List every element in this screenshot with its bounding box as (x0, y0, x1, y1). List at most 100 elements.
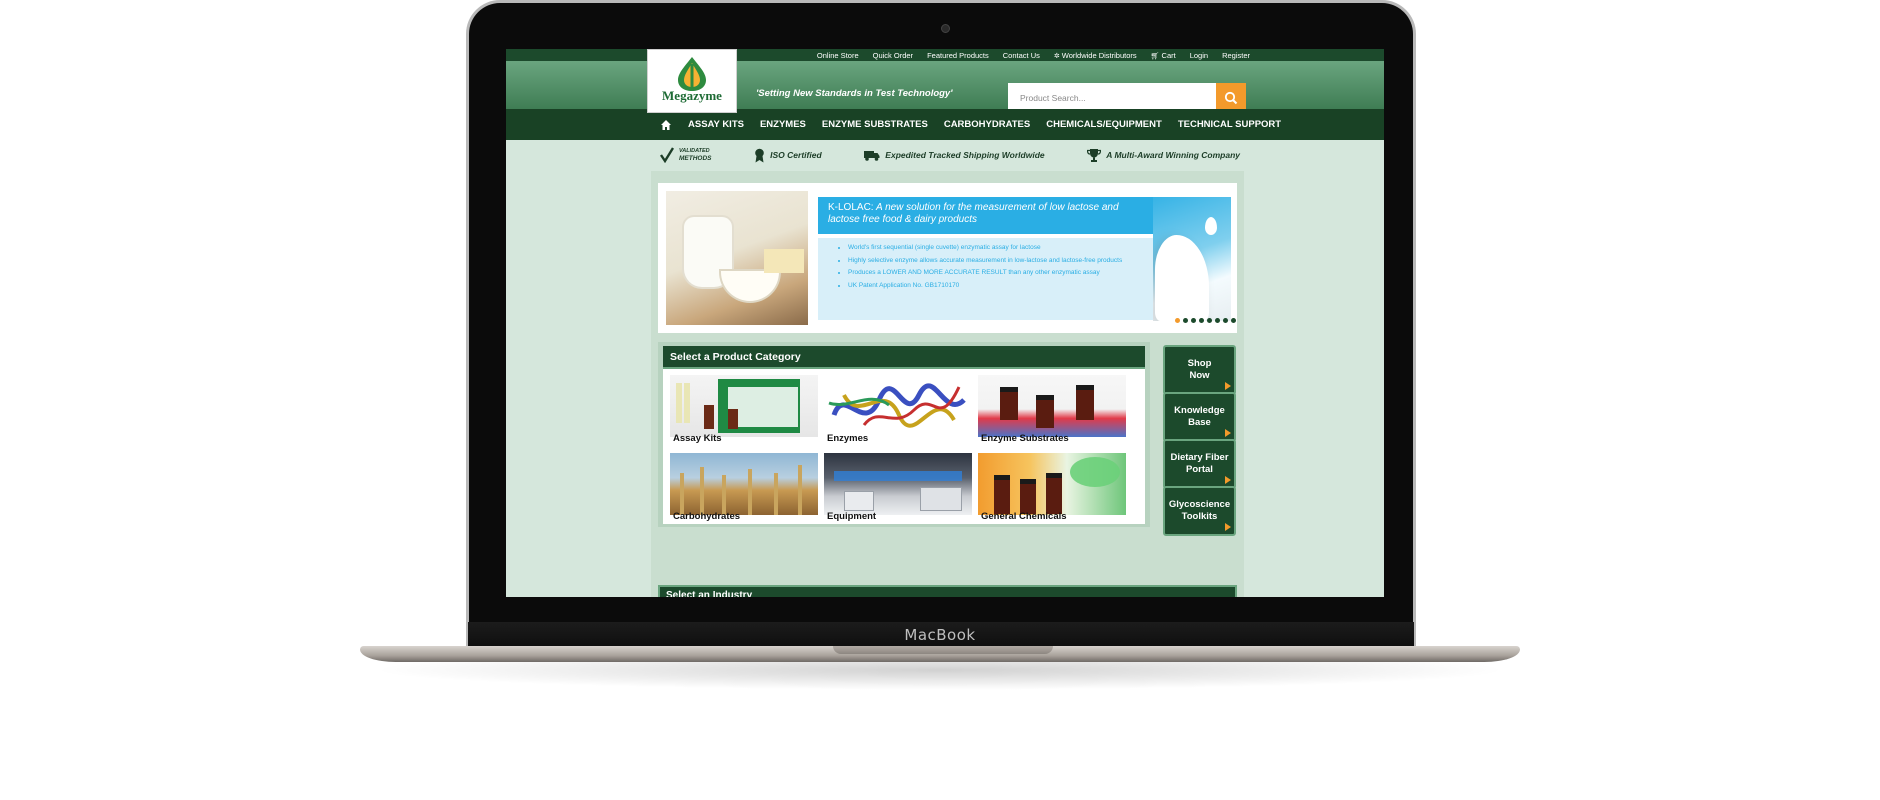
home-icon[interactable] (660, 119, 672, 131)
banner-product-code: K-LOLAC: (828, 202, 874, 213)
category-label: Carbohydrates (673, 511, 741, 522)
category-tile-general-chemicals[interactable]: General Chemicals (978, 453, 1126, 523)
cart-label: Cart (1161, 50, 1176, 60)
camera-icon (941, 24, 950, 33)
category-label: Equipment (827, 511, 877, 522)
banner-body: World's first sequential (single cuvette… (818, 238, 1161, 320)
promo-banner[interactable]: K-LOLAC: A new solution for the measurem… (658, 183, 1237, 333)
category-tile-enzyme-substrates[interactable]: Enzyme Substrates (978, 375, 1126, 445)
nav-enzymes[interactable]: ENZYMES (760, 119, 806, 130)
slider-dot[interactable] (1231, 318, 1236, 323)
category-tile-assay-kits[interactable]: Assay Kits (670, 375, 818, 445)
logo-text: Megazyme (662, 88, 722, 103)
play-arrow-icon (1225, 523, 1231, 531)
search-icon (1224, 91, 1238, 105)
cart-icon: 🛒︎ (1150, 52, 1160, 60)
play-arrow-icon (1225, 429, 1231, 437)
category-header: Select a Product Category (663, 346, 1145, 369)
button-line: Now (1189, 370, 1210, 381)
laptop-notch (833, 646, 1053, 654)
site-logo[interactable]: Megazyme (647, 49, 737, 113)
iso-label: ISO Certified (770, 150, 822, 160)
site-header: 'Setting New Standards in Test Technolog… (506, 61, 1384, 113)
shop-now-button[interactable]: Shop Now (1163, 345, 1236, 395)
award-ribbon-icon (755, 148, 764, 162)
nav-assay-kits[interactable]: ASSAY KITS (688, 119, 744, 130)
trophy-icon (1087, 148, 1102, 162)
milk-splash (1155, 235, 1209, 321)
feature-strip: VALIDATED METHODS ISO Certified Expedite… (660, 146, 1240, 164)
link-login[interactable]: Login (1190, 51, 1208, 60)
nav-chemicals-equipment[interactable]: CHEMICALS/EQUIPMENT (1046, 119, 1162, 130)
utility-links: Online Store Quick Order Featured Produc… (817, 49, 1250, 61)
category-tile-carbohydrates[interactable]: Carbohydrates (670, 453, 818, 523)
slider-dot[interactable] (1215, 318, 1220, 323)
glycoscience-toolkits-button[interactable]: Glycoscience Toolkits (1163, 486, 1236, 536)
enzymes-image (824, 375, 972, 437)
main-nav: ASSAY KITS ENZYMES ENZYME SUBSTRATES CAR… (506, 109, 1384, 140)
feature-validated-methods: VALIDATED METHODS (660, 147, 712, 163)
category-tile-enzymes[interactable]: Enzymes (824, 375, 972, 445)
button-line: Glycoscience (1168, 499, 1231, 510)
slider-dot[interactable] (1199, 318, 1204, 323)
button-line: Base (1188, 417, 1211, 428)
category-tile-equipment[interactable]: Equipment (824, 453, 972, 523)
slider-dot[interactable] (1191, 318, 1196, 323)
banner-bullet: World's first sequential (single cuvette… (848, 242, 1161, 255)
enzyme-substrates-image (978, 375, 1126, 437)
button-line: Shop (1187, 358, 1212, 369)
nav-carbohydrates[interactable]: CARBOHYDRATES (944, 119, 1030, 130)
equipment-image (824, 453, 972, 515)
dietary-fiber-portal-button[interactable]: Dietary Fiber Portal (1163, 439, 1236, 489)
checkmark-icon (660, 147, 674, 163)
category-label: Assay Kits (673, 433, 722, 444)
banner-title: K-LOLAC: A new solution for the measurem… (818, 197, 1161, 234)
carbohydrates-image (670, 453, 818, 515)
yogurt-bowl (721, 271, 779, 301)
dairy-photo (666, 191, 808, 325)
link-online-store[interactable]: Online Store (817, 51, 859, 60)
slider-dots (1175, 318, 1236, 323)
play-arrow-icon (1225, 476, 1231, 484)
link-cart[interactable]: 🛒︎ Cart (1151, 51, 1176, 60)
slider-dot[interactable] (1183, 318, 1188, 323)
slider-dot[interactable] (1175, 318, 1180, 323)
shipping-label: Expedited Tracked Shipping Worldwide (885, 150, 1045, 160)
nav-technical-support[interactable]: TECHNICAL SUPPORT (1178, 119, 1281, 130)
award-label: A Multi-Award Winning Company (1106, 150, 1240, 160)
validated-line-1: VALIDATED (679, 148, 710, 154)
link-quick-order[interactable]: Quick Order (873, 51, 913, 60)
button-line: Toolkits (1181, 511, 1218, 522)
feature-award: A Multi-Award Winning Company (1087, 148, 1240, 162)
category-label: Enzyme Substrates (981, 433, 1069, 444)
button-line: Dietary Fiber (1170, 452, 1229, 463)
button-line: Portal (1186, 464, 1213, 475)
validated-line-2: METHODS (679, 155, 712, 162)
play-arrow-icon (1225, 382, 1231, 390)
banner-bullet: Produces a LOWER AND MORE ACCURATE RESUL… (848, 267, 1161, 280)
link-register[interactable]: Register (1222, 51, 1250, 60)
site-tagline: 'Setting New Standards in Test Technolog… (756, 88, 953, 99)
gear-icon: ✲ (1053, 52, 1060, 60)
industry-header: Select an Industry (658, 585, 1237, 597)
feature-iso: ISO Certified (754, 148, 822, 163)
link-contact-us[interactable]: Contact Us (1003, 51, 1040, 60)
category-grid: Assay Kits Enzymes Enzyme Substrates Car… (670, 375, 1138, 523)
link-worldwide-distributors[interactable]: ✲ Worldwide Distributors (1054, 51, 1137, 60)
knowledge-base-button[interactable]: Knowledge Base (1163, 392, 1236, 442)
screen: Online Store Quick Order Featured Produc… (506, 49, 1384, 597)
milk-drop (1205, 217, 1217, 235)
nav-enzyme-substrates[interactable]: ENZYME SUBSTRATES (822, 119, 928, 130)
link-featured-products[interactable]: Featured Products (927, 51, 989, 60)
banner-bullet: UK Patent Application No. GB1710170 (848, 280, 1161, 293)
banner-bullet: Highly selective enzyme allows accurate … (848, 255, 1161, 268)
truck-icon (864, 150, 880, 161)
category-label: Enzymes (827, 433, 869, 444)
protein-structure-icon (828, 383, 966, 428)
device-label: MacBook (904, 626, 976, 644)
slider-dot[interactable] (1223, 318, 1228, 323)
slider-dot[interactable] (1207, 318, 1212, 323)
milk-splash-image (1153, 197, 1231, 321)
general-chemicals-image (978, 453, 1126, 515)
category-label: General Chemicals (981, 511, 1067, 522)
